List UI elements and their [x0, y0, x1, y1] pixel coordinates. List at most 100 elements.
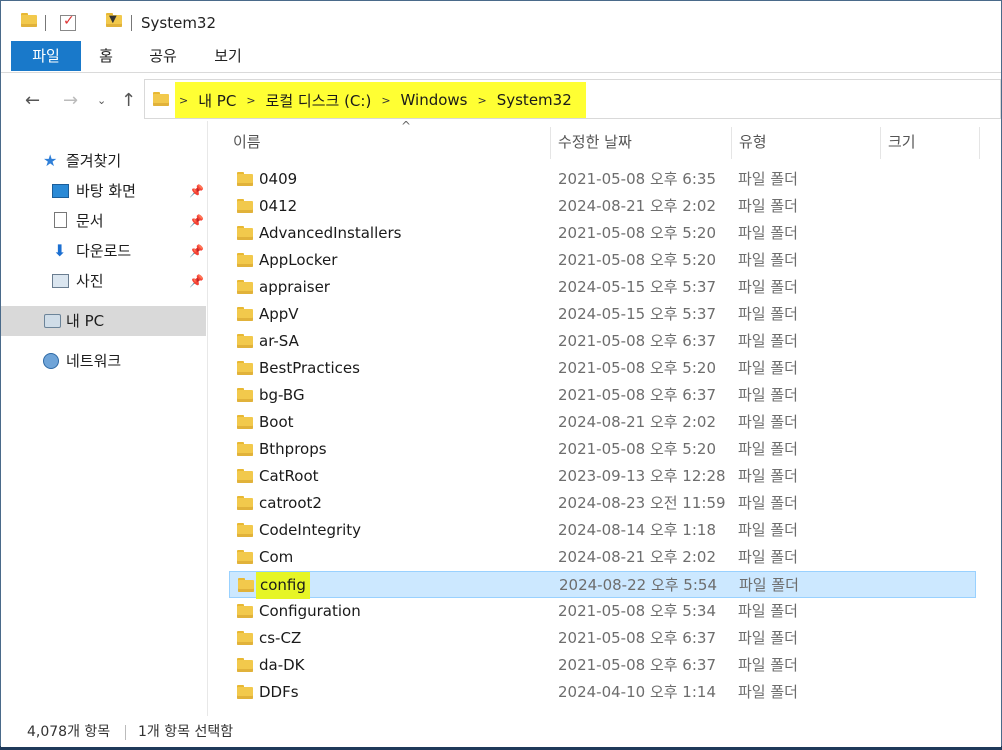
- file-type: 파일 폴더: [738, 494, 798, 512]
- pane-divider[interactable]: [207, 121, 208, 716]
- column-divider[interactable]: [880, 127, 881, 159]
- file-row[interactable]: Boot 2024-08-21 오후 2:02 파일 폴더: [229, 409, 976, 436]
- file-date: 2024-04-10 오후 1:14: [558, 683, 716, 701]
- breadcrumb-this-pc[interactable]: 내 PC: [192, 90, 242, 111]
- file-row[interactable]: DDFs 2024-04-10 오후 1:14 파일 폴더: [229, 679, 976, 706]
- tab-file[interactable]: 파일: [11, 41, 81, 71]
- file-type: 파일 폴더: [739, 576, 799, 594]
- file-row[interactable]: AppV 2024-05-15 오후 5:37 파일 폴더: [229, 301, 976, 328]
- folder-icon: [237, 496, 253, 510]
- breadcrumb-windows[interactable]: Windows: [395, 91, 474, 109]
- column-divider[interactable]: [731, 127, 732, 159]
- file-date: 2021-05-08 오후 5:20: [558, 359, 716, 377]
- file-date: 2021-05-08 오후 5:34: [558, 602, 716, 620]
- sidebar-item-favorites[interactable]: ★ 즐겨찾기: [1, 146, 206, 176]
- recent-locations-chevron-icon[interactable]: ⌄: [97, 94, 106, 107]
- file-row[interactable]: config 2024-08-22 오후 5:54 파일 폴더: [229, 571, 976, 599]
- breadcrumb-system32[interactable]: System32: [491, 91, 578, 109]
- file-row[interactable]: 0409 2021-05-08 오후 6:35 파일 폴더: [229, 166, 976, 193]
- sidebar-item-this-pc[interactable]: 내 PC: [1, 306, 206, 336]
- file-row[interactable]: Bthprops 2021-05-08 오후 5:20 파일 폴더: [229, 436, 976, 463]
- ribbon-tabs: 파일 홈 공유 보기: [1, 41, 1001, 73]
- forward-arrow-icon[interactable]: →: [63, 90, 78, 111]
- file-name: Bthprops: [259, 440, 327, 458]
- file-row[interactable]: bg-BG 2021-05-08 오후 6:37 파일 폴더: [229, 382, 976, 409]
- file-date: 2021-05-08 오후 6:35: [558, 170, 716, 188]
- column-header-size[interactable]: 크기: [888, 121, 978, 163]
- file-name: Configuration: [259, 602, 361, 620]
- tab-view[interactable]: 보기: [204, 41, 252, 71]
- file-row[interactable]: Com 2024-08-21 오후 2:02 파일 폴더: [229, 544, 976, 571]
- file-row[interactable]: ar-SA 2021-05-08 오후 6:37 파일 폴더: [229, 328, 976, 355]
- file-row[interactable]: BestPractices 2021-05-08 오후 5:20 파일 폴더: [229, 355, 976, 382]
- file-row[interactable]: AppLocker 2021-05-08 오후 5:20 파일 폴더: [229, 247, 976, 274]
- file-type: 파일 폴더: [738, 602, 798, 620]
- file-type: 파일 폴더: [738, 359, 798, 377]
- file-type: 파일 폴더: [738, 629, 798, 647]
- folder-icon: [237, 415, 253, 429]
- file-type: 파일 폴더: [738, 467, 798, 485]
- chevron-right-icon[interactable]: >: [175, 94, 192, 107]
- pin-icon: 📌: [189, 274, 204, 288]
- file-list: 이름 ^ 수정한 날짜 유형 크기 0409 2021-05-08 오후 6:35…: [213, 121, 1001, 717]
- file-name: bg-BG: [259, 386, 305, 404]
- column-header-type[interactable]: 유형: [739, 121, 879, 163]
- file-name: BestPractices: [259, 359, 360, 377]
- customize-dropdown-icon[interactable]: ▼: [109, 14, 117, 25]
- file-type: 파일 폴더: [738, 305, 798, 323]
- divider: [131, 15, 132, 31]
- file-name: appraiser: [259, 278, 330, 296]
- file-name: DDFs: [259, 683, 299, 701]
- file-row[interactable]: Configuration 2021-05-08 오후 5:34 파일 폴더: [229, 598, 976, 625]
- file-row[interactable]: CatRoot 2023-09-13 오후 12:28 파일 폴더: [229, 463, 976, 490]
- folder-icon: [237, 334, 253, 348]
- chevron-right-icon[interactable]: >: [474, 94, 491, 107]
- column-divider[interactable]: [979, 127, 980, 159]
- sidebar-item-documents[interactable]: 문서 📌: [1, 206, 206, 236]
- file-name: da-DK: [259, 656, 305, 674]
- chevron-right-icon[interactable]: >: [377, 94, 394, 107]
- sidebar-item-pictures[interactable]: 사진 📌: [1, 266, 206, 296]
- file-date: 2021-05-08 오후 6:37: [558, 386, 716, 404]
- document-icon: [54, 212, 67, 228]
- tab-home[interactable]: 홈: [86, 41, 126, 71]
- pin-icon: 📌: [189, 214, 204, 228]
- file-date: 2024-05-15 오후 5:37: [558, 278, 716, 296]
- file-date: 2021-05-08 오후 6:37: [558, 332, 716, 350]
- sidebar-item-desktop[interactable]: 바탕 화면 📌: [1, 176, 206, 206]
- back-arrow-icon[interactable]: ←: [25, 90, 40, 111]
- desktop-icon: [52, 184, 69, 198]
- breadcrumb-local-disk[interactable]: 로컬 디스크 (C:): [260, 90, 378, 111]
- folder-icon: [237, 307, 253, 321]
- column-divider[interactable]: [550, 127, 551, 159]
- file-row[interactable]: 0412 2024-08-21 오후 2:02 파일 폴더: [229, 193, 976, 220]
- download-arrow-icon: ⬇: [53, 241, 67, 260]
- file-date: 2021-05-08 오후 6:37: [558, 629, 716, 647]
- folder-icon: [237, 388, 253, 402]
- file-row[interactable]: CodeIntegrity 2024-08-14 오후 1:18 파일 폴더: [229, 517, 976, 544]
- title-bar: ▼ System32: [1, 1, 1001, 41]
- column-header-date[interactable]: 수정한 날짜: [558, 121, 728, 163]
- file-row[interactable]: AdvancedInstallers 2021-05-08 오후 5:20 파일 폴…: [229, 220, 976, 247]
- properties-icon[interactable]: [60, 13, 76, 31]
- chevron-right-icon[interactable]: >: [242, 94, 259, 107]
- sidebar-item-downloads[interactable]: ⬇ 다운로드 📌: [1, 236, 206, 266]
- folder-icon: [237, 469, 253, 483]
- file-date: 2024-08-23 오전 11:59: [558, 494, 726, 512]
- file-row[interactable]: da-DK 2021-05-08 오후 6:37 파일 폴더: [229, 652, 976, 679]
- file-row[interactable]: catroot2 2024-08-23 오전 11:59 파일 폴더: [229, 490, 976, 517]
- file-name: config: [256, 572, 310, 599]
- file-row[interactable]: cs-CZ 2021-05-08 오후 6:37 파일 폴더: [229, 625, 976, 652]
- sidebar-item-network[interactable]: 네트워크: [1, 346, 206, 376]
- column-header-name[interactable]: 이름 ^: [233, 121, 550, 163]
- folder-icon: [238, 578, 254, 592]
- item-count: 4,078개 항목: [27, 724, 111, 740]
- file-type: 파일 폴더: [738, 278, 798, 296]
- computer-icon: [44, 314, 61, 328]
- address-bar[interactable]: > 내 PC > 로컬 디스크 (C:) > Windows > System3…: [144, 79, 1001, 119]
- up-arrow-icon[interactable]: ↑: [121, 90, 136, 111]
- tab-share[interactable]: 공유: [139, 41, 187, 71]
- file-name: cs-CZ: [259, 629, 302, 647]
- file-row[interactable]: appraiser 2024-05-15 오후 5:37 파일 폴더: [229, 274, 976, 301]
- file-name: Com: [259, 548, 294, 566]
